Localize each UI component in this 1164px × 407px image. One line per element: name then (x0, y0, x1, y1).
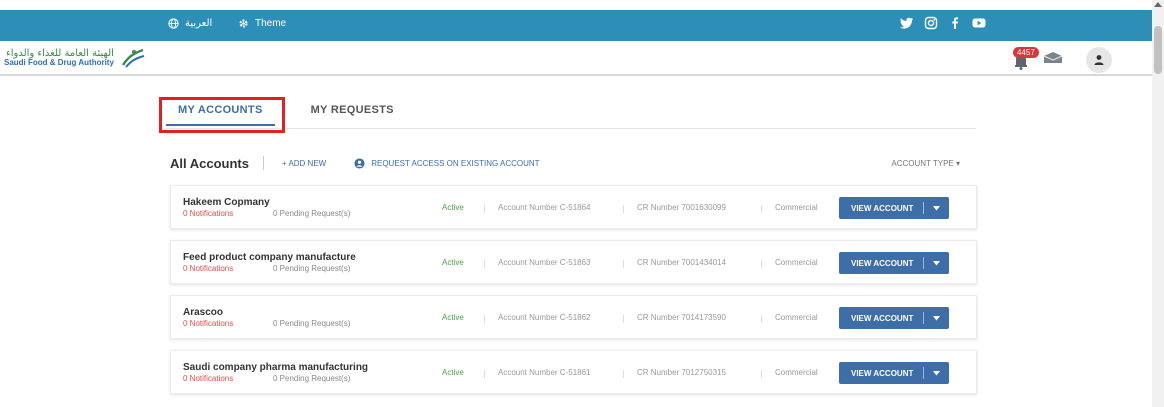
sfda-emblem-icon (121, 48, 145, 68)
cr-number: CR Number 7001630099 (637, 203, 726, 212)
field-divider (761, 370, 762, 378)
account-type-dropdown[interactable]: ACCOUNT TYPE ▾ (891, 159, 960, 168)
field-divider (484, 370, 485, 378)
notifications-link[interactable]: 0 Notifications (183, 209, 233, 218)
view-account-button[interactable]: VIEW ACCOUNT (839, 362, 949, 384)
top-bar: العربية Theme (0, 10, 1152, 41)
view-account-dropdown-toggle[interactable] (924, 315, 949, 321)
scroll-up-icon[interactable] (1154, 2, 1162, 7)
user-circle-icon (354, 157, 365, 169)
account-card: Arascoo 0 Notifications 0 Pending Reques… (170, 295, 977, 339)
request-access-button[interactable]: REQUEST ACCESS ON EXISTING ACCOUNT (354, 157, 540, 169)
caret-down-icon (933, 370, 940, 375)
pending-requests-text: 0 Pending Request(s) (273, 209, 351, 218)
sfda-logo[interactable]: الهيئة العامة للغذاء والدواء Saudi Food … (4, 47, 146, 69)
view-account-button[interactable]: VIEW ACCOUNT (839, 197, 949, 219)
tabs-divider (166, 128, 976, 129)
view-account-dropdown-toggle[interactable] (924, 370, 949, 376)
field-divider (623, 315, 624, 323)
field-divider (623, 370, 624, 378)
account-number: Account Number C-51861 (498, 368, 591, 377)
theme-label: Theme (255, 18, 287, 29)
youtube-icon[interactable] (972, 16, 986, 30)
status-badge: Active (442, 203, 464, 212)
notifications-link[interactable]: 0 Notifications (183, 374, 233, 383)
toolbar-divider (262, 156, 264, 170)
account-number: Account Number C-51864 (498, 203, 591, 212)
field-divider (484, 315, 485, 323)
tab-highlight-box (159, 97, 285, 133)
account-name: Hakeem Copmany (183, 197, 270, 208)
page-title: All Accounts (170, 155, 249, 171)
twitter-icon[interactable] (900, 16, 914, 30)
account-card: Hakeem Copmany 0 Notifications 0 Pending… (170, 185, 977, 229)
cr-number: CR Number 7014173590 (637, 313, 726, 322)
account-type: Commercial (775, 258, 818, 267)
field-divider (623, 205, 624, 213)
caret-down-icon (933, 260, 940, 265)
view-account-dropdown-toggle[interactable] (924, 260, 949, 266)
pending-requests-text: 0 Pending Request(s) (273, 264, 351, 273)
view-account-button[interactable]: VIEW ACCOUNT (839, 252, 949, 274)
account-type: Commercial (775, 313, 818, 322)
field-divider (761, 260, 762, 268)
caret-down-icon (933, 315, 940, 320)
instagram-icon[interactable] (924, 16, 938, 30)
user-avatar[interactable] (1086, 47, 1112, 73)
request-access-label: REQUEST ACCESS ON EXISTING ACCOUNT (371, 158, 540, 168)
gear-icon (239, 19, 248, 28)
field-divider (484, 260, 485, 268)
tab-my-requests[interactable]: MY REQUESTS (311, 104, 394, 126)
cr-number: CR Number 7012750315 (637, 368, 726, 377)
notification-count-badge: 4457 (1013, 47, 1039, 58)
account-card: Feed product company manufacture 0 Notif… (170, 240, 977, 284)
add-new-button[interactable]: + ADD NEW (282, 159, 326, 168)
view-account-label: VIEW ACCOUNT (851, 258, 914, 268)
status-badge: Active (442, 368, 464, 377)
status-badge: Active (442, 313, 464, 322)
facebook-icon[interactable] (948, 16, 962, 30)
view-account-label: VIEW ACCOUNT (851, 313, 914, 323)
page-scrollbar[interactable] (1152, 0, 1164, 407)
field-divider (761, 205, 762, 213)
view-account-label: VIEW ACCOUNT (851, 368, 914, 378)
view-account-dropdown-toggle[interactable] (924, 205, 949, 211)
view-account-button[interactable]: VIEW ACCOUNT (839, 307, 949, 329)
field-divider (623, 260, 624, 268)
account-number: Account Number C-51863 (498, 258, 591, 267)
account-card: Saudi company pharma manufacturing 0 Not… (170, 350, 977, 394)
view-account-label: VIEW ACCOUNT (851, 203, 914, 213)
language-switch[interactable]: العربية (168, 18, 212, 29)
account-number: Account Number C-51862 (498, 313, 591, 322)
account-type: Commercial (775, 203, 818, 212)
status-badge: Active (442, 258, 464, 267)
field-divider (761, 315, 762, 323)
account-name: Saudi company pharma manufacturing (183, 362, 369, 373)
app-header: الهيئة العامة للغذاء والدواء Saudi Food … (0, 41, 1152, 76)
theme-switch[interactable]: Theme (238, 18, 286, 29)
globe-icon (168, 18, 179, 29)
notifications-link[interactable]: 0 Notifications (183, 264, 233, 273)
language-label: العربية (185, 18, 213, 29)
pending-requests-text: 0 Pending Request(s) (273, 374, 351, 383)
account-name: Feed product company manufacture (183, 252, 356, 263)
notifications-bell[interactable]: 4457 (1010, 47, 1039, 71)
user-icon (1094, 55, 1104, 65)
caret-down-icon (933, 205, 940, 210)
social-links (900, 16, 986, 30)
notifications-link[interactable]: 0 Notifications (183, 319, 233, 328)
scrollbar-thumb[interactable] (1154, 26, 1162, 74)
account-name: Arascoo (183, 307, 224, 318)
mailbox-icon[interactable] (1042, 50, 1064, 71)
accounts-toolbar: All Accounts + ADD NEW REQUEST ACCESS ON… (170, 152, 970, 174)
field-divider (484, 205, 485, 213)
logo-english-text: Saudi Food & Drug Authority (4, 58, 114, 67)
cr-number: CR Number 7001434014 (637, 258, 726, 267)
pending-requests-text: 0 Pending Request(s) (273, 319, 351, 328)
account-type: Commercial (775, 368, 818, 377)
